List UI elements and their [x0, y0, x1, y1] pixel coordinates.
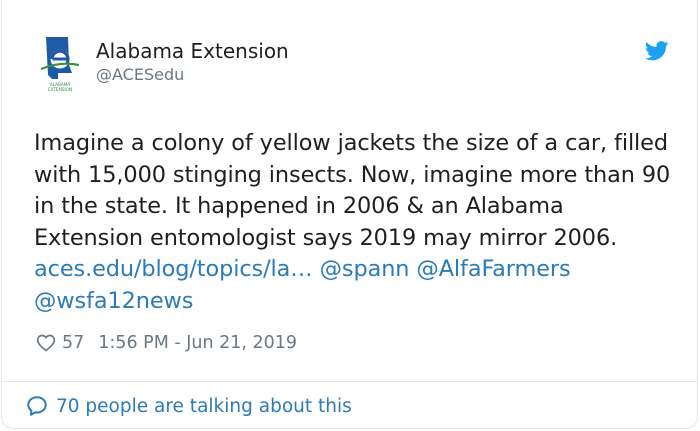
mention-spann[interactable]: @spann [320, 256, 410, 282]
author-name[interactable]: Alabama Extension [96, 38, 289, 64]
tweet-meta: 57 1:56 PM - Jun 21, 2019 [36, 331, 297, 355]
speech-bubble-icon [27, 396, 47, 416]
svg-text:EXTENSION: EXTENSION [48, 87, 72, 92]
twitter-bird-icon[interactable] [645, 40, 669, 62]
conversation-label[interactable]: 70 people are talking about this [56, 396, 352, 417]
tweet-timestamp[interactable]: 1:56 PM - Jun 21, 2019 [98, 333, 297, 353]
alabama-extension-logo[interactable]: ALABAMA EXTENSION [38, 35, 82, 93]
mention-alfafarmers[interactable]: @AlfaFarmers [416, 256, 570, 282]
divider [2, 381, 697, 382]
tweet-body: Imagine a colony of yellow jackets the s… [34, 128, 674, 317]
mention-wsfa12news[interactable]: @wsfa12news [34, 288, 193, 314]
heart-icon[interactable] [36, 333, 56, 353]
tweet-text-content: Imagine a colony of yellow jackets the s… [34, 130, 671, 251]
conversation-link[interactable]: 70 people are talking about this [26, 392, 352, 420]
like-count[interactable]: 57 [62, 333, 84, 353]
article-link[interactable]: aces.edu/blog/topics/la… [34, 256, 313, 282]
embedded-tweet-card: ALABAMA EXTENSION Alabama Extension @ACE… [1, 0, 698, 429]
author-handle[interactable]: @ACESedu [96, 64, 184, 86]
tweet-header: ALABAMA EXTENSION Alabama Extension @ACE… [2, 0, 697, 110]
